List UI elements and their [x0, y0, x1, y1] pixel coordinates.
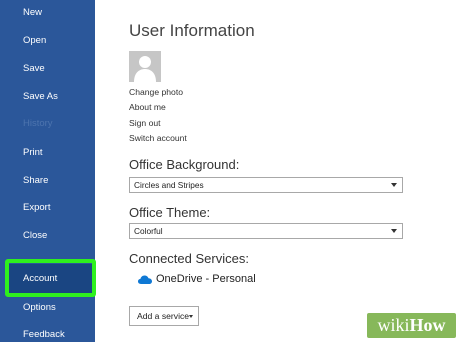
about-me-link[interactable]: About me — [129, 102, 166, 112]
office-theme-dropdown[interactable]: Colorful — [129, 223, 403, 239]
sidebar-item-export[interactable]: Export — [0, 196, 95, 220]
sidebar-item-options[interactable]: Options — [0, 296, 95, 320]
office-background-dropdown[interactable]: Circles and Stripes — [129, 177, 403, 193]
office-background-value: Circles and Stripes — [134, 180, 204, 190]
backstage-sidebar: New Open Save Save As History Print Shar… — [0, 0, 95, 342]
sign-out-link[interactable]: Sign out — [129, 118, 161, 128]
onedrive-label: OneDrive - Personal — [156, 273, 256, 285]
sidebar-item-new[interactable]: New — [0, 1, 95, 25]
watermark-part-2: How — [409, 315, 446, 335]
chevron-down-icon — [189, 315, 193, 318]
sidebar-item-feedback[interactable]: Feedback — [0, 323, 95, 342]
sidebar-item-account[interactable]: Account — [6, 264, 95, 293]
watermark-part-1: wiki — [377, 315, 410, 335]
connected-services-label: Connected Services: — [129, 251, 249, 266]
sidebar-item-print[interactable]: Print — [0, 141, 95, 165]
sidebar-item-history: History — [23, 118, 53, 129]
sidebar-item-share[interactable]: Share — [0, 169, 95, 193]
user-information-heading: User Information — [129, 21, 255, 40]
office-theme-label: Office Theme: — [129, 205, 211, 220]
add-service-button[interactable]: Add a service — [129, 306, 199, 326]
office-theme-value: Colorful — [134, 226, 163, 236]
sidebar-item-open[interactable]: Open — [0, 29, 95, 53]
sidebar-item-save[interactable]: Save — [0, 57, 95, 81]
sidebar-item-close[interactable]: Close — [0, 224, 95, 248]
office-background-label: Office Background: — [129, 157, 240, 172]
chevron-down-icon — [391, 229, 397, 233]
change-photo-link[interactable]: Change photo — [129, 87, 183, 97]
avatar-icon[interactable] — [129, 51, 161, 82]
onedrive-cloud-icon — [138, 275, 152, 284]
switch-account-link[interactable]: Switch account — [129, 133, 187, 143]
wikihow-watermark: wikiHow — [367, 313, 456, 338]
sidebar-item-save-as[interactable]: Save As — [0, 85, 95, 109]
add-service-label: Add a service — [137, 311, 190, 321]
chevron-down-icon — [391, 183, 397, 187]
